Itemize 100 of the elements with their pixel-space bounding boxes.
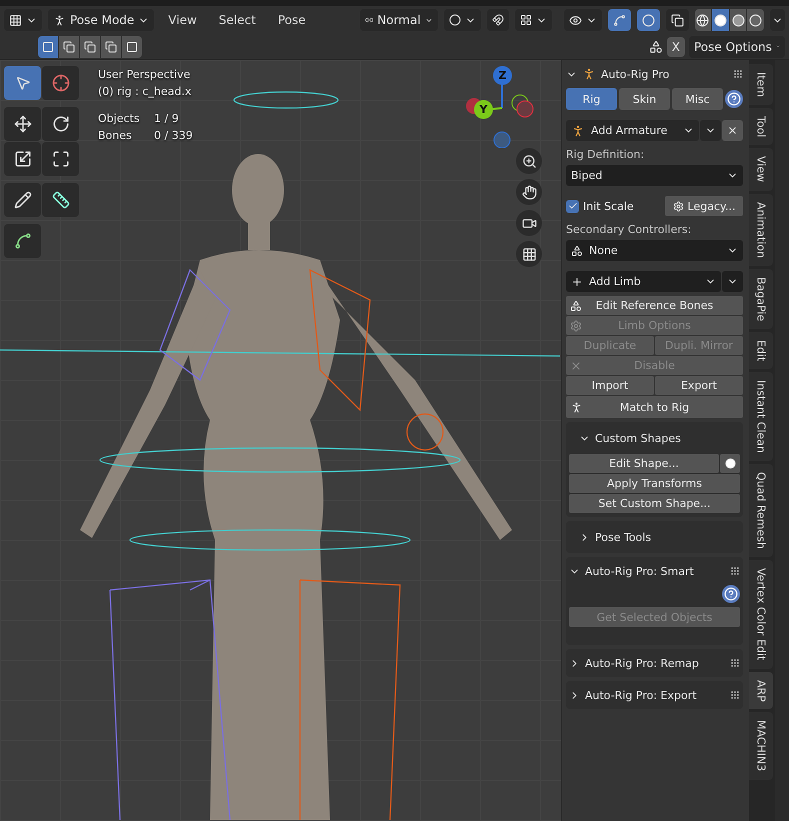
tab[interactable]: Skin	[619, 88, 670, 110]
sidebar-tab[interactable]: Item	[749, 64, 773, 106]
sidebar-tab[interactable]: Animation	[749, 194, 773, 266]
sphere-icon	[724, 458, 736, 469]
dropdown-button[interactable]	[722, 271, 743, 292]
snap-dropdown[interactable]	[514, 9, 552, 31]
tab[interactable]: Misc	[672, 88, 723, 110]
sidebar-tab[interactable]: MACHIN3	[749, 712, 773, 780]
subpanel-header[interactable]: Custom Shapes	[569, 426, 740, 450]
tool-button[interactable]	[42, 183, 79, 217]
pose-options-dropdown[interactable]: Pose Options	[689, 36, 785, 58]
box-invert-icon	[105, 40, 117, 52]
material-sphere-icon	[732, 14, 745, 26]
help-button[interactable]	[722, 585, 740, 603]
editor-type-button[interactable]	[4, 9, 42, 31]
tool-button[interactable]	[42, 142, 79, 176]
sidebar-tab[interactable]: Instant Clean	[749, 372, 773, 462]
shape-button[interactable]: Set Custom Shape...	[569, 494, 740, 513]
select-mode-button[interactable]	[59, 36, 79, 58]
tool-button[interactable]	[4, 107, 41, 141]
legacy-button[interactable]: Legacy...	[665, 196, 743, 216]
limb-button[interactable]: Import	[566, 376, 654, 395]
perspective-button[interactable]	[516, 241, 542, 267]
grid-icon	[522, 246, 536, 262]
limb-button[interactable]: Export	[655, 376, 743, 395]
stat-label: Bones	[98, 129, 133, 142]
3d-viewport[interactable]: User Perspective (0) rig : c_head.x Objects 1 / 9 Bones 0 / 339 Z Y	[0, 60, 561, 821]
figure-icon	[570, 400, 583, 414]
gear-icon	[570, 320, 582, 332]
drag-handle-icon	[730, 658, 740, 668]
tool-button[interactable]	[4, 142, 41, 176]
init-scale-checkbox[interactable]: Init Scale	[566, 200, 634, 212]
mirror-x-button[interactable]: X	[666, 36, 685, 56]
select-mode-button[interactable]	[122, 36, 142, 58]
zoom-button[interactable]	[516, 148, 542, 174]
curve-icon	[14, 232, 32, 250]
view-name: User Perspective	[98, 68, 192, 81]
pencil-icon	[14, 191, 32, 209]
pivot-dropdown[interactable]	[444, 9, 481, 31]
limb-button[interactable]: Edit Reference Bones	[566, 296, 743, 315]
shape-button[interactable]: Apply Transforms	[569, 474, 740, 493]
axis-button[interactable]: Z	[493, 66, 512, 85]
sidebar-tab[interactable]: Vertex Color Edit	[749, 560, 773, 668]
gizmo-icon	[612, 14, 626, 26]
xray-toggle[interactable]	[666, 9, 689, 31]
tool-button[interactable]	[42, 107, 79, 141]
x-icon	[570, 360, 582, 372]
close-icon	[727, 125, 738, 136]
pivot-icon	[448, 14, 461, 26]
rig-definition-dropdown[interactable]: Biped	[566, 165, 743, 186]
box-select-icon	[42, 40, 54, 52]
gizmo-toggle[interactable]	[608, 9, 631, 31]
overlay-toggle[interactable]	[636, 9, 660, 31]
mode-dropdown[interactable]: Pose Mode	[48, 9, 154, 31]
magnet-icon	[492, 14, 504, 26]
shading-button[interactable]	[712, 9, 729, 31]
add-limb-dropdown[interactable]: Add Limb	[566, 271, 721, 292]
shape-button[interactable]: Edit Shape...	[569, 454, 719, 473]
wireframe-sphere-icon	[696, 14, 710, 26]
shading-button[interactable]	[694, 9, 712, 31]
menu-item[interactable]: Pose	[270, 9, 314, 31]
grid-icon	[520, 14, 532, 26]
menu-item[interactable]: Select	[210, 9, 264, 31]
gear-icon	[672, 200, 684, 212]
tool-button[interactable]	[4, 183, 41, 217]
solid-sphere-icon	[714, 14, 727, 26]
grid-icon	[9, 14, 22, 26]
sidebar-tab[interactable]: View	[749, 148, 773, 191]
shading-button[interactable]	[747, 9, 764, 31]
help-icon	[724, 587, 738, 601]
select-mode-button[interactable]	[80, 36, 100, 58]
sidebar-tab[interactable]: ARP	[749, 672, 773, 710]
axis-button[interactable]: Y	[474, 100, 493, 119]
tab[interactable]: Rig	[566, 88, 617, 110]
menu-item[interactable]: View	[160, 9, 205, 31]
select-mode-button[interactable]	[101, 36, 121, 58]
limb-button[interactable]: Match to Rig	[566, 396, 743, 418]
select-mode-button[interactable]	[38, 36, 58, 58]
secondary-controllers-dropdown[interactable]: None	[566, 240, 743, 261]
eye-icon	[568, 14, 582, 26]
panel-title[interactable]: Auto-Rig Pro: Smart	[585, 564, 725, 578]
shape-icon-button[interactable]	[720, 454, 740, 473]
dropdown-button[interactable]	[700, 120, 721, 141]
sidebar-tab[interactable]: Tool	[749, 108, 773, 146]
snap-toggle[interactable]	[486, 9, 509, 31]
camera-button[interactable]	[516, 210, 542, 236]
help-button[interactable]	[725, 90, 743, 108]
shading-button[interactable]	[730, 9, 746, 31]
ruler-icon	[52, 191, 70, 209]
tool-button[interactable]	[4, 224, 41, 258]
close-button[interactable]	[722, 120, 743, 141]
shading-dropdown[interactable]	[770, 9, 785, 31]
sidebar-tab[interactable]: Edit	[749, 332, 773, 370]
pan-button[interactable]	[516, 179, 542, 205]
visibility-dropdown[interactable]	[564, 9, 602, 31]
sidebar-tab[interactable]: BagaPie	[749, 268, 773, 329]
zoom-icon	[522, 154, 536, 168]
armature-dropdown[interactable]: Add Armature	[566, 120, 699, 141]
sidebar-tab[interactable]: Quad Remesh	[749, 464, 773, 558]
orientation-dropdown[interactable]: Normal	[360, 9, 438, 31]
